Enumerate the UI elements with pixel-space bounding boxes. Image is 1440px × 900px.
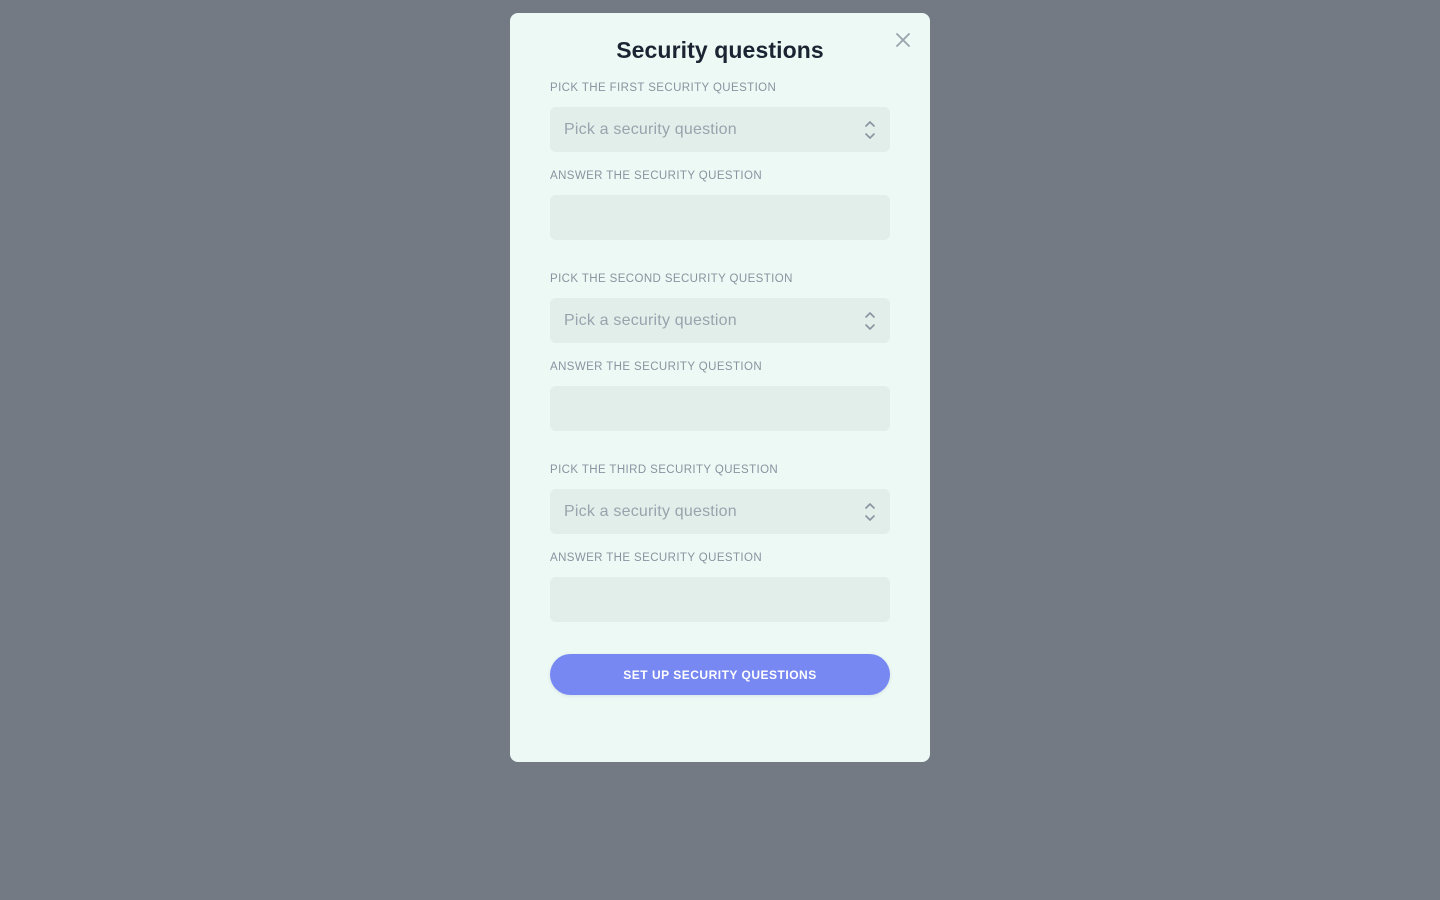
chevron-up-down-icon (865, 121, 875, 139)
security-questions-modal: Security questions Pick the first securi… (510, 13, 930, 762)
answer-input-3[interactable] (550, 577, 890, 622)
question-label-3: Pick the third security question (550, 464, 779, 476)
question-select-1[interactable]: Pick a security question (550, 107, 890, 152)
answer-input-2[interactable] (550, 386, 890, 431)
answer-label-1: Answer the security question (550, 170, 763, 182)
modal-title: Security questions (616, 37, 824, 63)
select-placeholder: Pick a security question (564, 311, 737, 329)
answer-input-1[interactable] (550, 195, 890, 240)
question-select-2[interactable]: Pick a security question (550, 298, 890, 343)
question-group-2: Pick the second security question Pick a… (550, 272, 890, 431)
select-placeholder: Pick a security question (564, 502, 737, 520)
close-button[interactable] (894, 31, 912, 49)
chevron-up-down-icon (865, 503, 875, 521)
question-select-3[interactable]: Pick a security question (550, 489, 890, 534)
question-label-1: Pick the first security question (550, 82, 777, 94)
set-up-security-questions-button[interactable]: Set up security questions (550, 654, 890, 695)
chevron-up-down-icon (865, 312, 875, 330)
answer-label-3: Answer the security question (550, 552, 763, 564)
question-group-1: Pick the first security question Pick a … (550, 81, 890, 240)
question-group-3: Pick the third security question Pick a … (550, 463, 890, 622)
answer-label-2: Answer the security question (550, 361, 763, 373)
close-icon (896, 33, 910, 47)
question-label-2: Pick the second security question (550, 273, 793, 285)
select-placeholder: Pick a security question (564, 120, 737, 138)
